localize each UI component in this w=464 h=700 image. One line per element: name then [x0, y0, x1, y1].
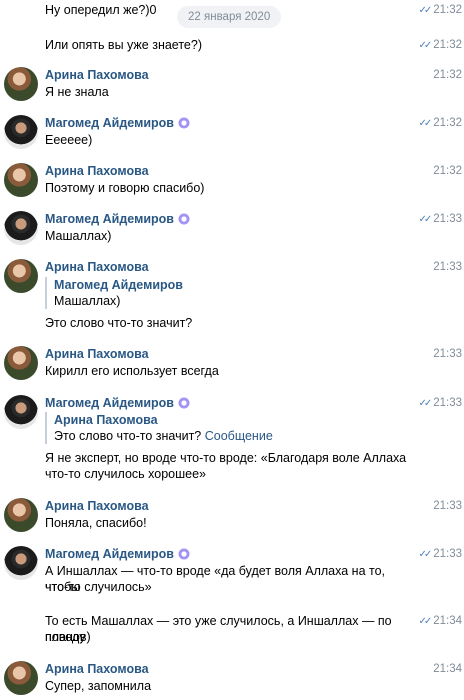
avatar-arina[interactable] [4, 259, 38, 293]
reply-quote[interactable]: Магомед Айдемиров Машаллах) [45, 277, 183, 309]
message-text: Ну опередил же?)0 [45, 3, 157, 17]
message-time: ✓✓ 21:32 [418, 117, 462, 129]
message-text-line-2: планов) [45, 630, 91, 644]
message-time: 21:32 [433, 165, 462, 177]
message-time: ✓✓ 21:33 [418, 397, 462, 409]
message-text: Поняла, спасибо! [45, 516, 147, 530]
avatar-arina[interactable] [4, 498, 38, 532]
quote-text: Это слово что-то значит? Сообщение [54, 429, 273, 443]
reply-quote[interactable]: Арина Пахомова Это слово что-то значит? … [45, 412, 273, 444]
avatar-arina[interactable] [4, 661, 38, 695]
message-time: ✓✓ 21:33 [418, 548, 462, 560]
message-time: ✓✓ 21:33 [418, 213, 462, 225]
read-ticks-icon: ✓✓ [418, 40, 432, 51]
message-text: Супер, запомнила [45, 679, 152, 693]
message-text: Машаллах) [45, 229, 112, 243]
avatar-arina[interactable] [4, 163, 38, 197]
author-name[interactable]: Арина Пахомова [45, 661, 149, 677]
message-time: 21:33 [433, 261, 462, 273]
avatar-magomed[interactable] [4, 115, 38, 149]
message-time: ✓✓ 21:34 [418, 615, 462, 627]
message-text-line-1: Я не эксперт, но вроде что-то вроде: «Бл… [45, 451, 407, 465]
message-text: Я не знала [45, 85, 109, 99]
message-text-line-2: что-то случилось хорошее» [45, 467, 206, 481]
author-name[interactable]: Магомед Айдемиров [45, 115, 190, 131]
read-ticks-icon: ✓✓ [418, 549, 432, 560]
message-text: Ееееее) [45, 133, 93, 147]
message-time: ✓✓ 21:32 [418, 39, 462, 51]
message-text: Это слово что-то значит? [45, 316, 193, 330]
verified-badge-icon [178, 117, 190, 129]
author-name[interactable]: Арина Пахомова [45, 498, 149, 514]
quote-author: Магомед Айдемиров [54, 278, 183, 292]
message-time: ✓✓ 21:32 [418, 4, 462, 16]
avatar-magomed[interactable] [4, 211, 38, 245]
quote-text: Машаллах) [54, 294, 121, 308]
message-time: 21:33 [433, 500, 462, 512]
message-time: 21:32 [433, 69, 462, 81]
read-ticks-icon: ✓✓ [418, 398, 432, 409]
read-ticks-icon: ✓✓ [418, 616, 432, 627]
message-text: Кирилл его использует всегда [45, 364, 219, 378]
author-name[interactable]: Арина Пахомова [45, 346, 149, 362]
avatar-magomed[interactable] [4, 395, 38, 429]
verified-badge-icon [178, 213, 190, 225]
author-name[interactable]: Магомед Айдемиров [45, 211, 190, 227]
avatar-arina[interactable] [4, 346, 38, 380]
message-text: Или опять вы уже знаете?) [45, 38, 202, 52]
message-text: Поэтому и говорю спасибо) [45, 181, 205, 195]
read-ticks-icon: ✓✓ [418, 5, 432, 16]
author-name[interactable]: Арина Пахомова [45, 259, 149, 275]
verified-badge-icon [178, 397, 190, 409]
verified-badge-icon [178, 548, 190, 560]
avatar-arina[interactable] [4, 67, 38, 101]
author-name[interactable]: Арина Пахомова [45, 163, 149, 179]
message-time: 21:34 [433, 663, 462, 675]
message-time: 21:33 [433, 348, 462, 360]
author-name[interactable]: Магомед Айдемиров [45, 395, 190, 411]
read-ticks-icon: ✓✓ [418, 118, 432, 129]
author-name[interactable]: Магомед Айдемиров [45, 546, 190, 562]
author-name[interactable]: Арина Пахомова [45, 67, 149, 83]
message-text-line-2: что-то случилось» [45, 580, 152, 594]
avatar-magomed[interactable] [4, 546, 38, 580]
quote-author: Арина Пахомова [54, 413, 158, 427]
read-ticks-icon: ✓✓ [418, 214, 432, 225]
quote-link[interactable]: Сообщение [205, 429, 273, 443]
